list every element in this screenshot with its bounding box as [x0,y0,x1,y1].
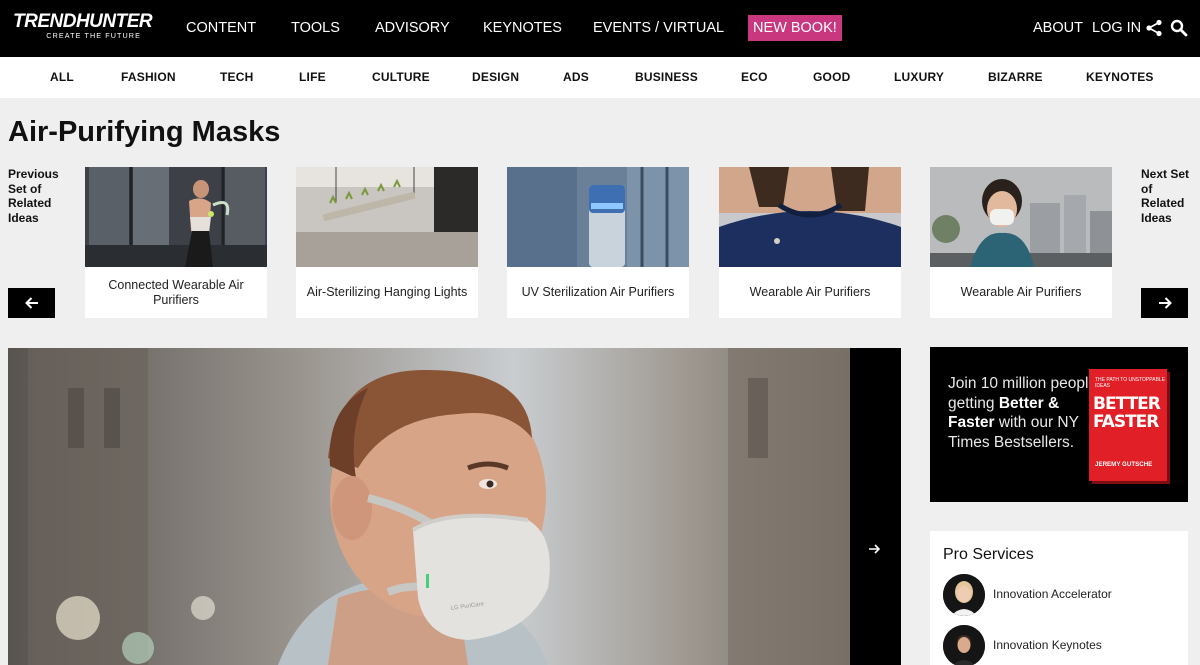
category-tech[interactable]: TECH [220,70,253,84]
book-title: BETTER FASTER [1093,394,1161,432]
book-author: JEREMY GUTSCHE [1095,461,1153,468]
previous-set-label[interactable]: Previous Set of Related Ideas [8,167,68,225]
nav-events-virtual[interactable]: EVENTS / VIRTUAL [593,19,724,37]
related-card[interactable]: Wearable Air Purifiers [930,167,1112,318]
arrow-right-small-icon [868,542,882,561]
related-card-caption: Wearable Air Purifiers [749,285,871,299]
hero-next-button[interactable] [850,348,901,665]
book-title-line2: FASTER [1093,412,1159,432]
trendhunter-logo[interactable]: TRENDHUNTER CREATE THE FUTURE [13,11,153,44]
next-set-label[interactable]: Next Set of Related Ideas [1141,167,1196,225]
related-card-image [719,167,901,267]
related-card-image [507,167,689,267]
avatar [943,574,985,616]
category-design[interactable]: DESIGN [472,70,519,84]
book-title-line1: BETTER [1093,394,1161,414]
related-card-caption: Air-Sterilizing Hanging Lights [306,285,468,299]
related-card-caption: UV Sterilization Air Purifiers [521,285,675,299]
new-book-button[interactable]: NEW BOOK! [748,15,842,41]
category-bizarre[interactable]: BIZARRE [988,70,1043,84]
related-card[interactable]: UV Sterilization Air Purifiers [507,167,689,318]
related-card-image [296,167,478,267]
category-luxury[interactable]: LUXURY [894,70,944,84]
category-keynotes[interactable]: KEYNOTES [1086,70,1154,84]
book-subtitle: THE PATH TO UNSTOPPABLE IDEAS [1095,377,1166,389]
pro-services-title: Pro Services [943,546,1034,563]
related-card[interactable]: Wearable Air Purifiers [719,167,901,318]
category-life[interactable]: LIFE [299,70,326,84]
share-icon[interactable] [1145,19,1163,37]
related-card-caption: Wearable Air Purifiers [960,285,1082,299]
category-culture[interactable]: CULTURE [372,70,430,84]
pro-service-label: Innovation Accelerator [993,587,1112,601]
next-set-button[interactable] [1141,288,1188,318]
book-cover: THE PATH TO UNSTOPPABLE IDEAS BETTER FAS… [1089,369,1167,481]
related-card[interactable]: Connected Wearable Air Purifiers [85,167,267,318]
search-icon[interactable] [1170,19,1188,37]
related-card[interactable]: Air-Sterilizing Hanging Lights [296,167,478,318]
category-business[interactable]: BUSINESS [635,70,698,84]
category-bar: ALL FASHION TECH LIFE CULTURE DESIGN ADS… [0,57,1200,98]
category-good[interactable]: GOOD [813,70,850,84]
category-ads[interactable]: ADS [563,70,589,84]
logo-tagline: CREATE THE FUTURE [46,31,141,40]
nav-login[interactable]: LOG IN [1092,19,1141,37]
nav-advisory[interactable]: ADVISORY [375,19,450,37]
related-card-image [930,167,1112,267]
previous-set-button[interactable] [8,288,55,318]
avatar [943,625,985,665]
category-fashion[interactable]: FASHION [121,70,176,84]
arrow-left-icon [24,297,38,309]
pro-services-panel: Pro Services Innovation Accelerator Inno… [930,531,1188,665]
nav-keynotes[interactable]: KEYNOTES [483,19,562,37]
category-eco[interactable]: ECO [741,70,768,84]
nav-tools[interactable]: TOOLS [291,19,340,37]
category-all[interactable]: ALL [50,70,74,84]
pro-service-label: Innovation Keynotes [993,638,1102,652]
nav-about[interactable]: ABOUT [1033,19,1083,37]
related-card-image [85,167,267,267]
pro-service-item[interactable]: Innovation Keynotes [943,625,1183,665]
nav-content[interactable]: CONTENT [186,19,256,37]
ad-text: Join 10 million people getting Better & … [948,374,1098,452]
related-card-caption: Connected Wearable Air Purifiers [108,277,244,307]
page-title: Air-Purifying Masks [8,116,281,148]
book-advertisement[interactable]: Join 10 million people getting Better & … [930,347,1188,502]
hero-image[interactable]: LG PuriCare [8,348,850,665]
pro-service-item[interactable]: Innovation Accelerator [943,574,1183,616]
top-navigation-bar: TRENDHUNTER CREATE THE FUTURE CONTENT TO… [0,0,1200,57]
arrow-right-icon [1158,297,1172,309]
logo-wordmark: TRENDHUNTER [13,11,153,32]
